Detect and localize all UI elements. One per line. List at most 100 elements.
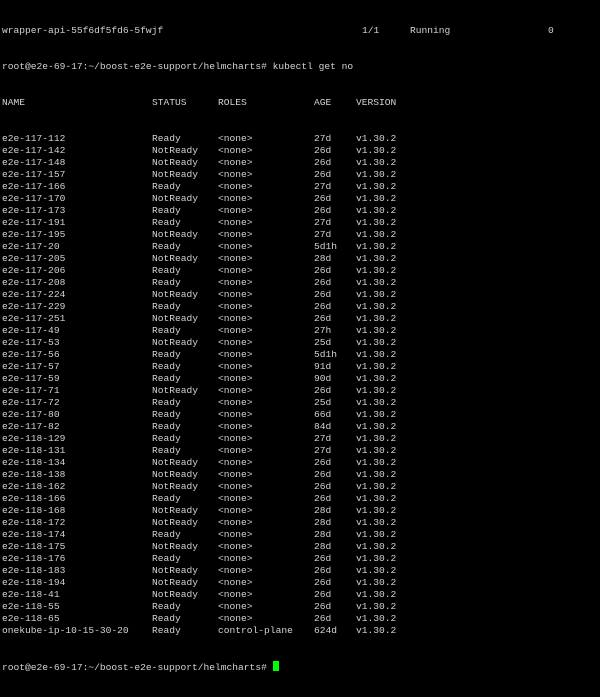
node-table-body: e2e-117-112 Ready <none> 27d v1.30.2 e2e-117-…: [0, 133, 600, 637]
node-age: 84d: [314, 421, 332, 432]
node-version: v1.30.2: [356, 589, 397, 600]
table-row: e2e-117-224 NotReady <none> 26d v1.30.2: [0, 289, 600, 301]
node-version: v1.30.2: [356, 265, 397, 276]
node-status: Ready: [152, 241, 181, 252]
table-row: e2e-118-166 Ready <none> 26d v1.30.2: [0, 493, 600, 505]
node-name: e2e-118-134: [2, 457, 66, 468]
node-version: v1.30.2: [356, 601, 397, 612]
node-age: 26d: [314, 577, 332, 588]
node-name: e2e-117-20: [2, 241, 60, 252]
node-roles: <none>: [218, 433, 253, 444]
node-status: Ready: [152, 397, 181, 408]
node-roles: <none>: [218, 277, 253, 288]
node-version: v1.30.2: [356, 433, 397, 444]
node-age: 26d: [314, 193, 332, 204]
node-age: 26d: [314, 565, 332, 576]
node-status: Ready: [152, 133, 181, 144]
node-roles: <none>: [218, 193, 253, 204]
node-status: Ready: [152, 625, 181, 636]
node-age: 26d: [314, 301, 332, 312]
node-status: Ready: [152, 601, 181, 612]
table-row: e2e-117-208 Ready <none> 26d v1.30.2: [0, 277, 600, 289]
node-name: e2e-118-176: [2, 553, 66, 564]
header-age: AGE: [314, 97, 332, 108]
pod-ready: 1/1: [362, 25, 380, 36]
node-version: v1.30.2: [356, 289, 397, 300]
node-status: Ready: [152, 217, 181, 228]
table-row: e2e-117-251 NotReady <none> 26d v1.30.2: [0, 313, 600, 325]
node-status: Ready: [152, 277, 181, 288]
node-status: Ready: [152, 445, 181, 456]
node-name: e2e-117-224: [2, 289, 66, 300]
node-age: 91d: [314, 361, 332, 372]
node-age: 26d: [314, 589, 332, 600]
node-status: NotReady: [152, 565, 199, 576]
node-status: NotReady: [152, 505, 199, 516]
node-status: NotReady: [152, 169, 199, 180]
node-name: e2e-118-168: [2, 505, 66, 516]
node-status: Ready: [152, 613, 181, 624]
node-status: Ready: [152, 433, 181, 444]
node-version: v1.30.2: [356, 529, 397, 540]
node-version: v1.30.2: [356, 241, 397, 252]
node-roles: <none>: [218, 577, 253, 588]
node-age: 27d: [314, 445, 332, 456]
node-age: 624d: [314, 625, 338, 636]
table-row: e2e-117-206 Ready <none> 26d v1.30.2: [0, 265, 600, 277]
table-row: e2e-117-57 Ready <none> 91d v1.30.2: [0, 361, 600, 373]
node-roles: <none>: [218, 361, 253, 372]
node-version: v1.30.2: [356, 385, 397, 396]
node-roles: <none>: [218, 205, 253, 216]
node-roles: <none>: [218, 349, 253, 360]
node-version: v1.30.2: [356, 517, 397, 528]
table-row: e2e-117-229 Ready <none> 26d v1.30.2: [0, 301, 600, 313]
node-status: Ready: [152, 325, 181, 336]
node-status: Ready: [152, 301, 181, 312]
node-status: NotReady: [152, 253, 199, 264]
node-name: e2e-117-195: [2, 229, 66, 240]
node-roles: <none>: [218, 313, 253, 324]
table-row: e2e-117-71 NotReady <none> 26d v1.30.2: [0, 385, 600, 397]
node-name: e2e-118-162: [2, 481, 66, 492]
node-roles: <none>: [218, 529, 253, 540]
node-age: 26d: [314, 481, 332, 492]
node-status: Ready: [152, 265, 181, 276]
node-version: v1.30.2: [356, 205, 397, 216]
input-line[interactable]: root@e2e-69-17:~/boost-e2e-support/helmc…: [0, 661, 600, 673]
shell-prompt[interactable]: root@e2e-69-17:~/boost-e2e-support/helmc…: [2, 661, 279, 674]
node-roles: <none>: [218, 505, 253, 516]
table-row: e2e-117-173 Ready <none> 26d v1.30.2: [0, 205, 600, 217]
node-version: v1.30.2: [356, 565, 397, 576]
node-version: v1.30.2: [356, 337, 397, 348]
node-version: v1.30.2: [356, 541, 397, 552]
node-status: NotReady: [152, 589, 199, 600]
node-name: e2e-117-173: [2, 205, 66, 216]
node-roles: <none>: [218, 253, 253, 264]
node-roles: <none>: [218, 601, 253, 612]
node-version: v1.30.2: [356, 469, 397, 480]
node-status: Ready: [152, 409, 181, 420]
node-age: 26d: [314, 145, 332, 156]
table-row: e2e-117-53 NotReady <none> 25d v1.30.2: [0, 337, 600, 349]
node-roles: <none>: [218, 373, 253, 384]
table-row: e2e-118-131 Ready <none> 27d v1.30.2: [0, 445, 600, 457]
node-roles: <none>: [218, 325, 253, 336]
table-row: e2e-118-162 NotReady <none> 26d v1.30.2: [0, 481, 600, 493]
header-version: VERSION: [356, 97, 397, 108]
node-name: e2e-118-55: [2, 601, 60, 612]
node-version: v1.30.2: [356, 373, 397, 384]
terminal-window[interactable]: wrapper-api-55f6df5fd6-5fwjf 1/1 Running…: [0, 0, 600, 673]
node-status: Ready: [152, 349, 181, 360]
node-name: e2e-118-41: [2, 589, 60, 600]
node-age: 27d: [314, 181, 332, 192]
node-status: NotReady: [152, 193, 199, 204]
node-version: v1.30.2: [356, 217, 397, 228]
node-name: e2e-117-53: [2, 337, 60, 348]
table-row: e2e-117-56 Ready <none> 5d1h v1.30.2: [0, 349, 600, 361]
prompt-text: root@e2e-69-17:~/boost-e2e-support/helmc…: [2, 662, 267, 673]
node-status: NotReady: [152, 541, 199, 552]
node-age: 28d: [314, 517, 332, 528]
previous-output-line: wrapper-api-55f6df5fd6-5fwjf 1/1 Running…: [0, 25, 600, 37]
node-name: e2e-118-194: [2, 577, 66, 588]
table-row: e2e-117-148 NotReady <none> 26d v1.30.2: [0, 157, 600, 169]
